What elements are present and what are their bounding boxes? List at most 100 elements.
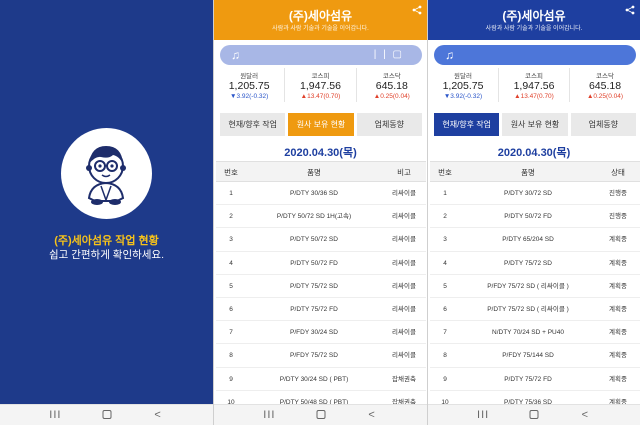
music-controls-icon[interactable]: | | ▢: [374, 47, 404, 63]
share-icon[interactable]: [412, 5, 422, 15]
header-number: 번호: [224, 168, 238, 177]
tab-company-trends[interactable]: 업체동향: [356, 113, 422, 136]
tab-current-work[interactable]: 현재/향후 작업: [434, 113, 500, 136]
back-button[interactable]: <: [368, 408, 374, 422]
home-button[interactable]: [529, 408, 539, 419]
row-note: 리싸이클: [392, 352, 416, 360]
home-icon: [102, 410, 111, 419]
row-status: 계획중: [609, 352, 627, 360]
header-item: 품명: [521, 168, 535, 177]
ticker-name: 코스닥: [596, 73, 614, 80]
tab-company-trends[interactable]: 업체동향: [570, 113, 636, 136]
row-status: 계획중: [609, 259, 627, 267]
report-date: 2020.04.30(목): [284, 147, 357, 159]
back-button[interactable]: <: [154, 408, 160, 422]
row-number: 7: [443, 329, 447, 337]
table-row[interactable]: 6 P/DTY 75/72 SD ( 리싸이클 ) 계획중: [430, 298, 640, 322]
table-row[interactable]: 4 P/DTY 50/72 FD 리싸이클: [216, 252, 426, 275]
splash-title: (주)세아섬유 작업 현황: [54, 235, 159, 247]
ticker-kosdaq: 코스닥 645.18 ▲0.25(0.04): [570, 68, 640, 102]
row-item: P/FDY 75/72 SD: [290, 352, 338, 360]
ticker-change: ▲0.25(0.04): [586, 93, 624, 100]
row-number: 4: [229, 259, 233, 267]
tab-yarn-stock[interactable]: 원사 보유 현황: [288, 113, 354, 136]
row-status: 계획중: [609, 282, 627, 290]
app-slogan: 사람과 사람 기술과 기술을 이어갑니다.: [272, 26, 369, 32]
row-item: P/DTY 50/72 FD: [290, 259, 338, 267]
table-header: 번호 품명 상태: [430, 161, 640, 182]
system-nav-bar: III <: [214, 404, 427, 425]
ticker-value: 1,205.75: [442, 80, 484, 92]
tab-current-work[interactable]: 현재/향후 작업: [220, 113, 286, 136]
ticker-value: 1,947.56: [513, 80, 555, 92]
table-row[interactable]: 3 P/DTY 50/72 SD 리싸이클: [216, 228, 426, 252]
row-number: 2: [229, 213, 233, 221]
row-item: P/DTY 65/204 SD: [502, 236, 554, 244]
table-row[interactable]: 8 P/FDY 75/144 SD 계획중: [430, 344, 640, 368]
mascot-logo: [61, 128, 152, 219]
ticker-name: 코스피: [311, 73, 330, 80]
splash-background: (주)세아섬유 작업 현황 쉽고 간편하게 확인하세요.: [0, 0, 213, 404]
table-row[interactable]: 7 N/DTY 70/24 SD + PU40 계획중: [430, 321, 640, 345]
table-row[interactable]: 1 P/DTY 30/72 SD 진행중: [430, 182, 640, 206]
row-number: 1: [229, 190, 233, 197]
table-row[interactable]: 7 P/FDY 30/24 SD 리싸이클: [216, 321, 426, 345]
row-note: 리싸이클: [392, 305, 416, 313]
app-title: (주)세아섬유: [288, 9, 353, 23]
row-item: P/DTY 30/24 SD ( PBT): [279, 375, 349, 383]
table-row[interactable]: 9 P/DTY 30/24 SD ( PBT) 잡채권축: [216, 368, 426, 391]
ticker-change: ▼3.92(-0.32): [443, 93, 483, 100]
table-row[interactable]: 5 P/FDY 75/72 SD ( 리싸이클 ) 계획중: [430, 275, 640, 298]
home-icon: [529, 410, 539, 419]
recent-apps-button[interactable]: III: [263, 408, 275, 422]
row-item: P/DTY 30/72 SD: [504, 190, 552, 197]
table-row[interactable]: 1 P/DTY 30/36 SD 리싸이클: [216, 182, 426, 206]
row-number: 3: [229, 236, 233, 244]
table-row[interactable]: 8 P/FDY 75/72 SD 리싸이클: [216, 344, 426, 368]
table-row[interactable]: 5 P/DTY 75/72 SD 리싸이클: [216, 275, 426, 298]
home-button[interactable]: [102, 408, 111, 419]
recent-apps-button[interactable]: III: [49, 408, 61, 422]
tab-yarn-stock[interactable]: 원사 보유 현황: [502, 113, 568, 136]
market-tickers: 원달러 1,205.75 ▼3.92(-0.32) 코스피 1,947.56 ▲…: [428, 68, 640, 102]
row-number: 6: [443, 305, 447, 313]
row-item: P/DTY 50/72 FD: [504, 213, 552, 221]
table-row[interactable]: 9 P/DTY 75/72 FD 계획중: [430, 368, 640, 391]
row-note: 잡채권축: [392, 375, 416, 383]
row-item: P/FDY 75/144 SD: [502, 352, 554, 360]
table-row[interactable]: 2 P/DTY 50/72 SD 1H(고속) 리싸이클: [216, 205, 426, 229]
back-button[interactable]: <: [582, 408, 588, 422]
report-date: 2020.04.30(목): [497, 147, 571, 159]
header-number: 번호: [438, 168, 452, 177]
table-row[interactable]: 4 P/DTY 75/72 SD 계획중: [430, 252, 640, 275]
music-player-bar[interactable]: ♫ | | ▢: [220, 45, 422, 65]
table-row[interactable]: 2 P/DTY 50/72 FD 진행중: [430, 205, 640, 229]
recent-apps-button[interactable]: III: [477, 408, 489, 422]
ticker-value: 645.18: [588, 80, 622, 92]
row-number: 9: [443, 375, 447, 383]
row-status: 계획중: [609, 375, 627, 383]
row-note: 리싸이클: [392, 190, 416, 197]
row-number: 4: [443, 259, 447, 267]
row-note: 리싸이클: [392, 329, 416, 337]
row-item: P/DTY 75/72 SD: [504, 259, 552, 267]
app-header: (주)세아섬유 사람과 사람 기술과 기술을 이어갑니다.: [214, 0, 427, 40]
row-note: 리싸이클: [392, 236, 416, 244]
share-icon[interactable]: [625, 5, 635, 15]
ticker-usd: 원달러 1,205.75 ▼3.92(-0.32): [214, 68, 286, 102]
app-title: (주)세아섬유: [502, 9, 566, 23]
music-player-bar[interactable]: ♫: [434, 45, 636, 65]
ticker-value: 1,205.75: [228, 80, 270, 92]
header-note: 비고: [397, 168, 411, 177]
header-status: 상태: [611, 168, 625, 177]
current-work-screen: (주)세아섬유 사람과 사람 기술과 기술을 이어갑니다. ♫ 원달러 1,20…: [427, 0, 640, 425]
table-row[interactable]: 6 P/DTY 75/72 FD 리싸이클: [216, 298, 426, 322]
home-button[interactable]: [316, 408, 325, 419]
table-row[interactable]: 3 P/DTY 65/204 SD 계획중: [430, 228, 640, 252]
row-item: P/FDY 75/72 SD ( 리싸이클 ): [487, 282, 569, 290]
ticker-value: 1,947.56: [300, 80, 341, 92]
header-item: 품명: [307, 168, 321, 177]
row-number: 5: [229, 282, 233, 290]
row-number: 8: [443, 352, 447, 360]
row-item: N/DTY 70/24 SD + PU40: [492, 329, 564, 337]
